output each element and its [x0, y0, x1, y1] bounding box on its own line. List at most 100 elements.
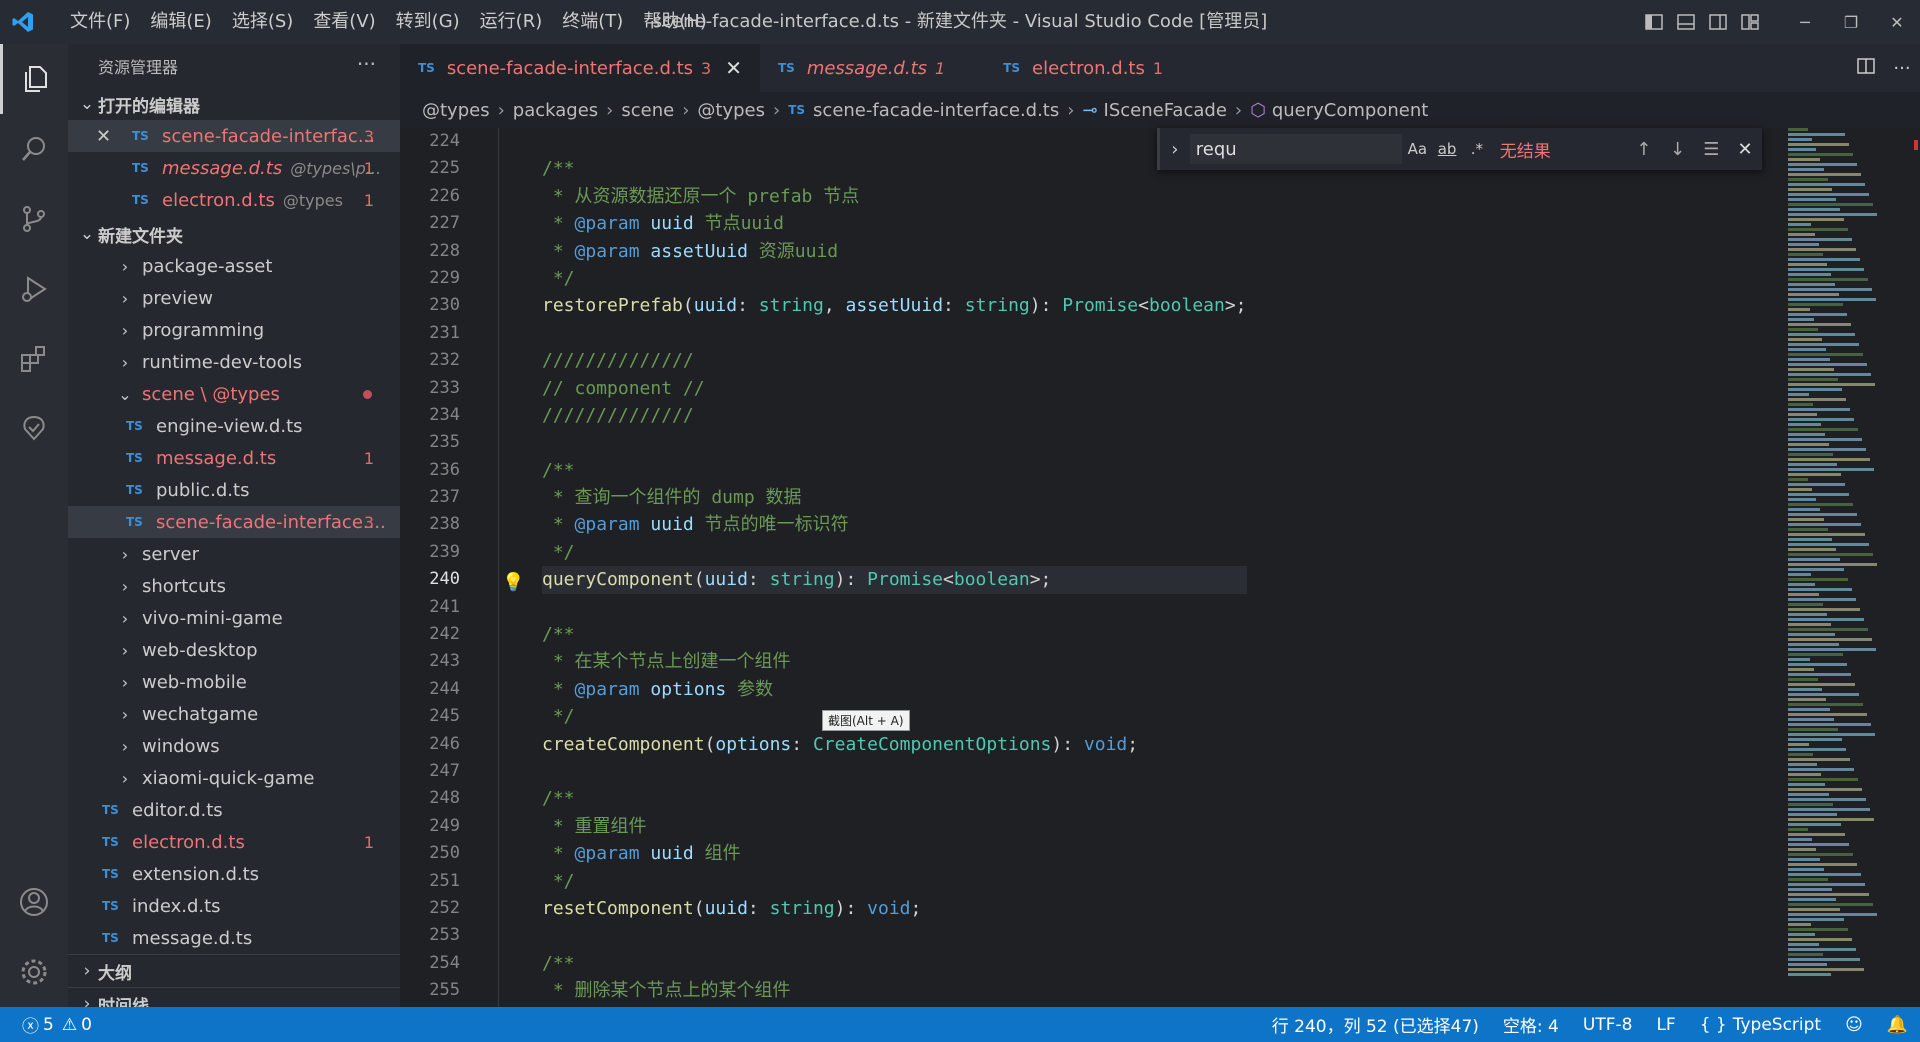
- warning-icon[interactable]: ⚠: [62, 1015, 77, 1035]
- more-actions-icon[interactable]: ···: [1884, 58, 1920, 79]
- error-icon[interactable]: ⓧ: [22, 1012, 39, 1037]
- folder-item-scene[interactable]: ⌄ scene \ @types: [68, 378, 400, 410]
- end-of-line[interactable]: LF: [1656, 1015, 1675, 1035]
- error-count[interactable]: 5: [43, 1015, 54, 1035]
- code-editor[interactable]: 224 225 226 227 228 229 230 231 232 233 …: [400, 128, 1920, 1007]
- file-item[interactable]: TS message.d.ts 1: [68, 442, 400, 474]
- vertical-scrollbar[interactable]: [1905, 128, 1920, 1007]
- settings-gear-icon[interactable]: [0, 937, 68, 1007]
- next-match-icon[interactable]: ↓: [1661, 139, 1695, 160]
- tab-message[interactable]: TS message.d.ts 1: [760, 44, 963, 92]
- typescript-file-icon: TS: [102, 931, 119, 945]
- minimap-line: [1788, 568, 1844, 571]
- open-editors-section[interactable]: ⌄ 打开的编辑器: [68, 88, 400, 120]
- file-item[interactable]: TS electron.d.ts 1: [68, 826, 400, 858]
- file-item[interactable]: TS public.d.ts: [68, 474, 400, 506]
- close-icon[interactable]: ✕: [96, 126, 116, 147]
- remote-explorer-icon[interactable]: [0, 394, 68, 464]
- minimize-icon[interactable]: ─: [1782, 0, 1828, 44]
- folder-item[interactable]: › package-asset: [68, 250, 400, 282]
- breadcrumb-item[interactable]: packages: [513, 100, 598, 121]
- folder-item[interactable]: › preview: [68, 282, 400, 314]
- folder-item[interactable]: › web-mobile: [68, 666, 400, 698]
- close-window-icon[interactable]: ✕: [1874, 0, 1920, 44]
- folder-item[interactable]: › wechatgame: [68, 698, 400, 730]
- cursor-position[interactable]: 行 240，列 52 (已选择47): [1272, 1012, 1479, 1037]
- folder-item[interactable]: › windows: [68, 730, 400, 762]
- outline-section[interactable]: › 大纲: [68, 954, 400, 987]
- restore-icon[interactable]: ❐: [1828, 0, 1874, 44]
- feedback-icon[interactable]: ☺: [1845, 1015, 1863, 1035]
- menu-terminal[interactable]: 终端(T): [552, 0, 633, 44]
- open-editor-item[interactable]: TS electron.d.ts @types 1: [68, 184, 400, 216]
- find-in-selection-icon[interactable]: ☰: [1694, 139, 1728, 160]
- breadcrumb-item[interactable]: scene: [621, 100, 674, 121]
- file-item[interactable]: TS extension.d.ts: [68, 858, 400, 890]
- code-line: */: [542, 541, 575, 563]
- file-item[interactable]: TS scene-facade-interface.... 3: [68, 506, 400, 538]
- indentation[interactable]: 空格: 4: [1503, 1012, 1559, 1037]
- folder-item[interactable]: › xiaomi-quick-game: [68, 762, 400, 794]
- close-find-icon[interactable]: ✕: [1728, 139, 1762, 160]
- more-actions-icon[interactable]: ···: [357, 44, 376, 84]
- menu-run[interactable]: 运行(R): [470, 0, 553, 44]
- split-editor-icon[interactable]: [1848, 57, 1884, 79]
- folder-item[interactable]: › programming: [68, 314, 400, 346]
- tab-scene-facade-interface[interactable]: TS scene-facade-interface.d.ts 3 ✕: [400, 44, 760, 92]
- file-name: scene-facade-interface....: [156, 511, 386, 533]
- run-debug-icon[interactable]: [0, 254, 68, 324]
- folder-item[interactable]: › vivo-mini-game: [68, 602, 400, 634]
- menu-help[interactable]: 帮助(H): [633, 0, 717, 44]
- find-input[interactable]: requ: [1189, 134, 1403, 164]
- encoding[interactable]: UTF-8: [1583, 1015, 1633, 1035]
- toggle-panel-icon[interactable]: [1670, 0, 1702, 44]
- menu-selection[interactable]: 选择(S): [222, 0, 303, 44]
- search-icon[interactable]: [0, 114, 68, 184]
- breadcrumb-item[interactable]: scene-facade-interface.d.ts: [813, 100, 1059, 121]
- minimap-line: [1788, 848, 1816, 851]
- breadcrumb-item[interactable]: ISceneFacade: [1104, 100, 1227, 121]
- folder-item[interactable]: › runtime-dev-tools: [68, 346, 400, 378]
- folder-item[interactable]: › server: [68, 538, 400, 570]
- use-regex-toggle[interactable]: .*: [1462, 140, 1492, 158]
- warning-count[interactable]: 0: [81, 1015, 92, 1035]
- tab-electron[interactable]: TS electron.d.ts 1: [963, 44, 1181, 92]
- minimap-line: [1788, 453, 1833, 456]
- folder-item[interactable]: › web-desktop: [68, 634, 400, 666]
- menu-go[interactable]: 转到(G): [386, 0, 470, 44]
- breadcrumb: @types › packages › scene › @types › TS …: [400, 92, 1920, 128]
- toggle-sidebar-icon[interactable]: [1638, 0, 1670, 44]
- timeline-section[interactable]: › 时间线: [68, 987, 400, 1007]
- match-case-toggle[interactable]: Aa: [1402, 140, 1432, 158]
- menu-edit[interactable]: 编辑(E): [140, 0, 221, 44]
- explorer-icon[interactable]: [0, 44, 68, 114]
- extensions-icon[interactable]: [0, 324, 68, 394]
- breadcrumb-item[interactable]: @types: [422, 100, 490, 121]
- toggle-secondary-sidebar-icon[interactable]: [1702, 0, 1734, 44]
- match-whole-word-toggle[interactable]: ab: [1432, 140, 1462, 158]
- breadcrumb-item[interactable]: queryComponent: [1272, 100, 1428, 121]
- previous-match-icon[interactable]: ↑: [1627, 139, 1661, 160]
- folder-item[interactable]: › shortcuts: [68, 570, 400, 602]
- notifications-bell-icon[interactable]: 🔔: [1887, 1015, 1908, 1035]
- account-icon[interactable]: [0, 867, 68, 937]
- minimap[interactable]: [1788, 128, 1898, 1007]
- breadcrumb-item[interactable]: @types: [697, 100, 765, 121]
- file-item[interactable]: TS index.d.ts: [68, 890, 400, 922]
- open-editor-item[interactable]: ✕ TS scene-facade-interfac... 3: [68, 120, 400, 152]
- close-tab-icon[interactable]: ✕: [725, 56, 742, 80]
- file-item[interactable]: TS editor.d.ts: [68, 794, 400, 826]
- minimap-line: [1788, 473, 1841, 476]
- folder-section[interactable]: ⌄ 新建文件夹: [68, 218, 400, 250]
- toggle-replace-chevron-icon[interactable]: ›: [1160, 139, 1190, 160]
- file-item[interactable]: TS engine-view.d.ts: [68, 410, 400, 442]
- source-control-icon[interactable]: [0, 184, 68, 254]
- menu-file[interactable]: 文件(F): [60, 0, 140, 44]
- lightbulb-icon[interactable]: 💡: [502, 572, 524, 593]
- minimap-line: [1788, 573, 1811, 576]
- menu-view[interactable]: 查看(V): [303, 0, 385, 44]
- open-editor-item[interactable]: TS message.d.ts @types\p... 1: [68, 152, 400, 184]
- language-mode[interactable]: TypeScript: [1733, 1015, 1821, 1035]
- customize-layout-icon[interactable]: [1734, 0, 1766, 44]
- file-item[interactable]: TS message.d.ts: [68, 922, 400, 954]
